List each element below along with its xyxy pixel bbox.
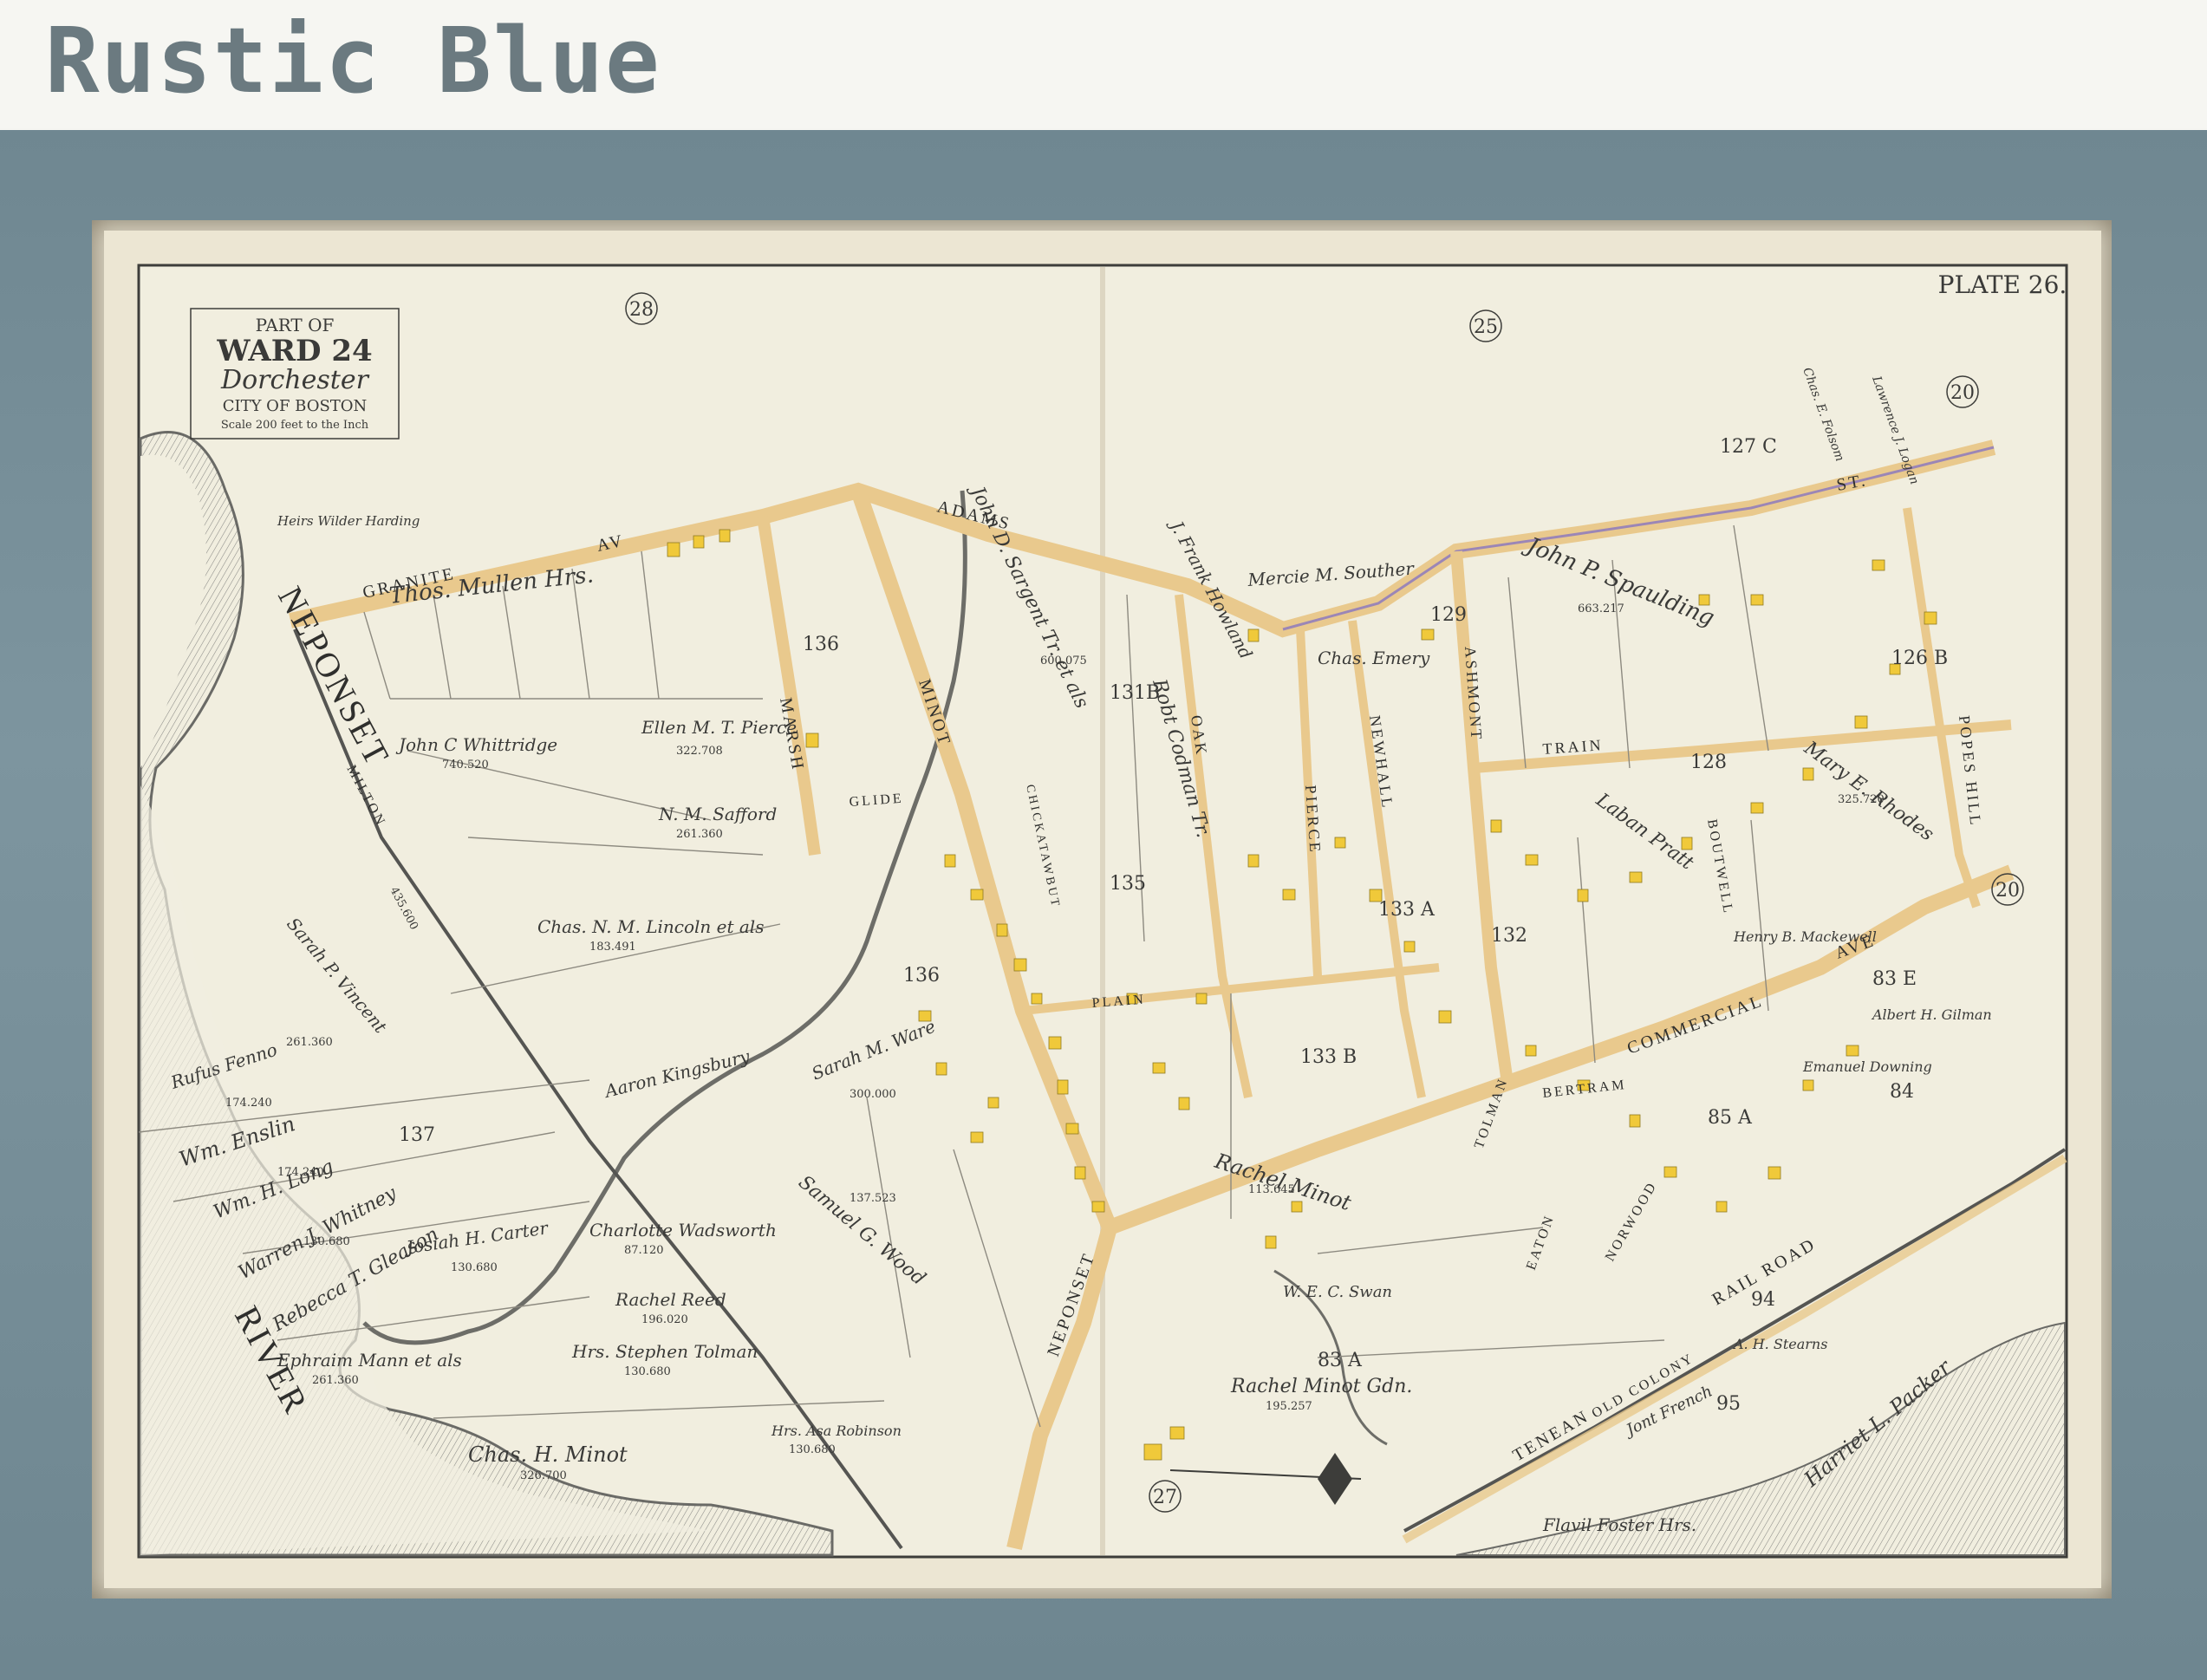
lot-number: 132 (1491, 925, 1527, 947)
title-line1: PART OF (256, 315, 335, 335)
lot-number: 83 E (1872, 968, 1917, 990)
lot-number: 84 (1890, 1081, 1914, 1103)
product-title: Rustic Blue (45, 8, 661, 114)
owner-label: W. E. C. Swan (1283, 1283, 1392, 1301)
owner-label: Rachel Minot Gdn. (1230, 1376, 1412, 1397)
owner-label: Emanuel Downing (1802, 1058, 1932, 1075)
area-figure: 740.520 (442, 759, 489, 772)
lot-number: 135 (1110, 873, 1146, 895)
plate-ref: 25 (1474, 316, 1498, 338)
area-figure: 113.645 (1248, 1183, 1295, 1196)
owner-label: Hrs. Asa Robinson (771, 1423, 902, 1439)
title-line4: CITY OF BOSTON (223, 397, 368, 415)
owner-label: Ellen M. T. Pierce (641, 717, 797, 738)
area-figure: 663.217 (1578, 602, 1624, 615)
owner-label: Heirs Wilder Harding (277, 513, 420, 529)
plate-label: PLATE 26. (1938, 270, 2067, 299)
owner-label: Chas. N. M. Lincoln et als (537, 916, 764, 937)
owner-label: John C Whittridge (395, 734, 557, 755)
plate-ref: 20 (1995, 880, 2020, 902)
area-figure: 261.360 (312, 1374, 359, 1387)
owner-label: A. H. Stearns (1732, 1336, 1827, 1352)
area-figure: 137.523 (850, 1192, 896, 1205)
area-figure: 174.240 (225, 1097, 272, 1110)
plate-ref: 28 (629, 299, 654, 321)
owner-label: Rachel Reed (615, 1289, 726, 1310)
lot-number: 137 (399, 1124, 435, 1146)
area-figure: 87.120 (624, 1244, 664, 1257)
area-figure: 174.240 (277, 1166, 324, 1179)
plate-ref: 27 (1153, 1487, 1177, 1508)
area-figure: 325.720 (1838, 793, 1885, 806)
area-figure: 261.360 (286, 1036, 333, 1049)
area-figure: 261.360 (676, 828, 723, 841)
map-svg: PART OF WARD 24 Dorchester CITY OF BOSTO… (104, 231, 2101, 1588)
lot-number: 127 C (1720, 436, 1777, 458)
area-figure: 600.075 (1040, 654, 1087, 667)
owner-label: Henry B. Mackewell (1733, 928, 1877, 945)
owner-label: Ephraim Mann et als (277, 1350, 462, 1371)
owner-label: Chas. Emery (1318, 648, 1430, 668)
area-figure: 130.680 (303, 1235, 350, 1248)
owner-label: Chas. H. Minot (468, 1442, 628, 1467)
lot-number: 95 (1716, 1393, 1741, 1415)
map-print: PART OF WARD 24 Dorchester CITY OF BOSTO… (104, 231, 2101, 1588)
area-figure: 195.257 (1266, 1400, 1312, 1413)
lot-number: 133 B (1300, 1046, 1357, 1068)
owner-label: Charlotte Wadsworth (589, 1220, 777, 1240)
owner-label: Albert H. Gilman (1871, 1006, 1992, 1023)
lot-number: 128 (1690, 752, 1727, 773)
owner-label: Hrs. Stephen Tolman (571, 1341, 758, 1362)
area-figure: 130.680 (624, 1365, 671, 1378)
owner-label: Flavil Foster Hrs. (1542, 1514, 1696, 1535)
lot-number: 136 (803, 634, 839, 655)
lot-number: 129 (1430, 604, 1467, 626)
title-line5: Scale 200 feet to the Inch (221, 419, 369, 432)
title-line3: Dorchester (220, 365, 370, 395)
area-figure: 183.491 (589, 941, 636, 954)
lot-number: 136 (903, 965, 940, 987)
plate-ref: 20 (1950, 382, 1975, 404)
area-figure: 300.000 (850, 1088, 896, 1101)
area-figure: 326.700 (520, 1469, 567, 1482)
header-bar: Rustic Blue (0, 0, 2207, 128)
area-figure: 322.708 (676, 745, 723, 758)
area-figure: 130.680 (789, 1443, 836, 1456)
lot-number: 126 B (1891, 648, 1948, 669)
owner-label: N. M. Safford (658, 804, 777, 824)
lot-number: 133 A (1378, 899, 1436, 921)
lot-number: 83 A (1318, 1350, 1363, 1371)
title-line2: WARD 24 (216, 334, 372, 368)
lot-number: 85 A (1708, 1107, 1753, 1129)
lot-number: 94 (1751, 1289, 1775, 1311)
area-figure: 196.020 (641, 1313, 688, 1326)
area-figure: 130.680 (451, 1261, 498, 1274)
